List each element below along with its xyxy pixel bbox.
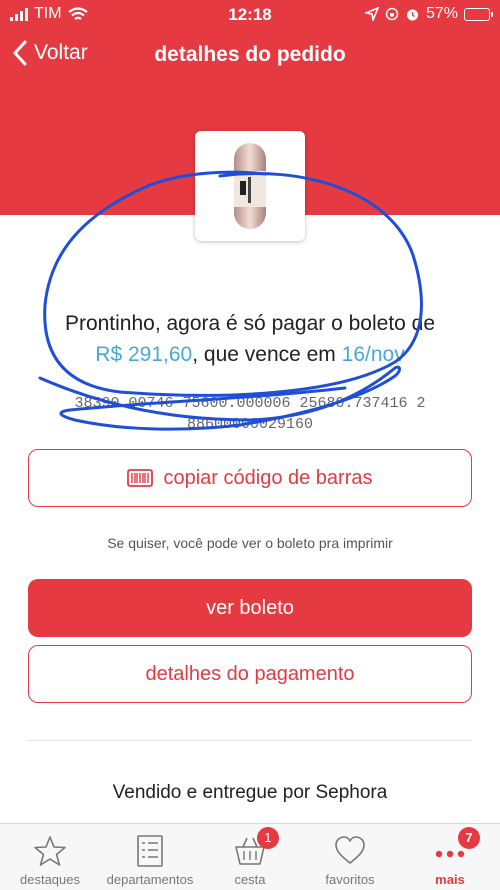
copy-barcode-button[interactable]: copiar código de barras	[28, 449, 472, 507]
divider	[28, 740, 472, 741]
location-icon	[364, 7, 379, 21]
tab-label: departamentos	[106, 872, 194, 887]
payment-message: Prontinho, agora é só pagar o boleto de …	[0, 308, 500, 370]
view-boleto-button[interactable]: ver boleto	[28, 579, 472, 637]
message-middle: , que vence em	[192, 343, 342, 366]
amount-value: R$ 291,60	[95, 343, 193, 366]
tab-favoritos[interactable]: favoritos	[300, 824, 400, 890]
barcode-icon	[127, 469, 154, 487]
message-line-2: R$ 291,60, que vence em 16/nov	[0, 339, 500, 370]
page-title: detalhes do pedido	[154, 43, 346, 66]
tab-label: favoritos	[325, 872, 375, 887]
tab-label: destaques	[20, 872, 80, 887]
status-bar: TIM 12:18 57%	[0, 0, 500, 30]
tab-label: cesta	[234, 872, 266, 887]
alarm-icon	[406, 9, 418, 20]
tab-destaques[interactable]: destaques	[0, 824, 100, 890]
message-line-1: Prontinho, agora é só pagar o boleto de	[64, 312, 436, 335]
perfume-bottle-image	[234, 143, 266, 229]
due-date-value: 16/nov	[341, 343, 405, 366]
product-image	[195, 131, 305, 241]
barcode-number: 38390.00746 75600.000006 25680.737416 2 …	[0, 393, 500, 435]
barcode-line-1: 38390.00746 75600.000006 25680.737416 2	[74, 395, 426, 412]
list-icon	[137, 835, 163, 867]
tab-departamentos[interactable]: departamentos	[100, 824, 200, 890]
star-icon	[34, 836, 66, 866]
tab-label: mais	[435, 872, 465, 887]
tab-mais[interactable]: mais 7	[400, 824, 500, 890]
view-boleto-label: ver boleto	[206, 596, 294, 619]
tab-cesta[interactable]: cesta 1	[200, 824, 300, 890]
nav-bar: Voltar detalhes do pedido	[0, 32, 500, 80]
battery-icon	[464, 7, 493, 21]
seller-info: Vendido e entregue por Sephora	[112, 782, 388, 803]
payment-details-label: detalhes do pagamento	[145, 662, 355, 685]
more-count-badge: 7	[458, 827, 480, 849]
heart-icon	[335, 836, 365, 864]
tab-bar: destaques departamentos cesta 1 favorito…	[0, 823, 500, 890]
print-hint: Se quiser, você pode ver o boleto pra im…	[107, 535, 393, 551]
battery-percent: 57%	[425, 5, 458, 22]
barcode-line-2: 88600000029160	[186, 416, 314, 433]
cart-count-badge: 1	[257, 827, 279, 849]
lock-rotation-icon	[385, 7, 399, 21]
payment-details-button[interactable]: detalhes do pagamento	[28, 645, 472, 703]
copy-barcode-label: copiar código de barras	[163, 466, 373, 489]
